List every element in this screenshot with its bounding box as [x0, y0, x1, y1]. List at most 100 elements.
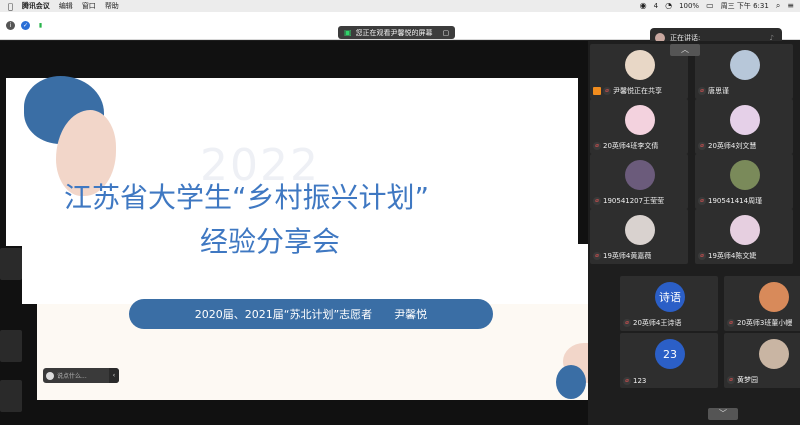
participant-avatar [625, 215, 655, 245]
wifi-icon[interactable]: ◔ [665, 0, 672, 12]
participant-tile[interactable]: ⌀ 190541207王莹莹 [590, 154, 688, 209]
presenter-banner: 2020届、2021届“苏北计划”志愿者 尹馨悦 [129, 299, 493, 329]
fullscreen-icon[interactable]: ▢ [443, 29, 450, 37]
avatar-text: 诗语 [659, 291, 681, 304]
mic-muted-icon: ⌀ [698, 142, 706, 150]
side-strip [0, 330, 22, 362]
participant-name-row: ⌀ 190541414周瑾 [698, 196, 762, 206]
scroll-down-button[interactable]: ﹀ [708, 408, 738, 420]
participant-tile[interactable]: 诗语 ⌀ 20英师4王诗语 [620, 276, 718, 331]
meeting-info-icons: i ✓ ▮ [6, 21, 45, 30]
wechat-icon[interactable]: ◉ [640, 0, 647, 12]
battery-percent: 100% [679, 2, 700, 10]
participant-tile[interactable]: ⌀ 20英师4班李文倩 [590, 99, 688, 154]
slide-subtitle: 经验分享会 [200, 225, 341, 258]
menu-bar:  腾讯会议 编辑 窗口 帮助 ◉ 4 ◔ 100% ▭ 周三 下午 6:31 … [0, 0, 800, 12]
participant-avatar [730, 160, 760, 190]
mic-muted-icon: ⌀ [593, 142, 601, 150]
participant-name-row: ⌀ 19英师4黄嘉薇 [593, 251, 651, 261]
participant-tile[interactable]: ⌀ 唐思谨 [695, 44, 793, 99]
participant-avatar [625, 105, 655, 135]
participant-tile[interactable]: ⌀ 19英师4黄嘉薇 [590, 209, 688, 264]
participant-name-row: ⌀ 190541207王莹莹 [593, 196, 664, 206]
participant-avatar [625, 50, 655, 80]
info-icon[interactable]: i [6, 21, 15, 30]
watching-banner: ▣ 您正在观看尹馨悦的屏幕 ▢ [338, 26, 456, 39]
participant-tile[interactable]: ⌀ 黄梦园 [724, 333, 800, 388]
participant-name: 20英师4王诗语 [633, 319, 682, 327]
menu-edit[interactable]: 编辑 [59, 1, 73, 11]
meeting-toolbar: i ✓ ▮ ▣ 您正在观看尹馨悦的屏幕 ▢ 正在讲话: ♪ [0, 12, 800, 47]
mic-muted-icon: ⌀ [727, 319, 735, 327]
chat-input[interactable]: 说点什么... ‹ [43, 368, 119, 383]
mic-muted-icon: ⌀ [623, 319, 631, 327]
emoji-icon[interactable] [46, 371, 54, 380]
menu-help[interactable]: 帮助 [105, 1, 119, 11]
participant-name: 20英师4刘文慧 [708, 142, 757, 150]
mic-muted-icon: ⌀ [698, 197, 706, 205]
participant-tile[interactable]: ⌀ 19英师4陈文婕 [695, 209, 793, 264]
participant-name-row: ⌀ 123 [623, 377, 646, 385]
participant-avatar [759, 282, 789, 312]
participant-name-row: ⌀ 黄梦园 [727, 375, 758, 385]
participant-name-row: ⌀ 20英师4刘文慧 [698, 141, 756, 151]
signal-icon[interactable]: ▮ [36, 21, 45, 30]
watching-text: 您正在观看尹馨悦的屏幕 [355, 28, 433, 37]
mic-muted-icon: ⌀ [698, 252, 706, 260]
clock[interactable]: 周三 下午 6:31 [721, 1, 769, 11]
participant-avatar [730, 215, 760, 245]
participant-avatar: 诗语 [655, 282, 685, 312]
participant-avatar [759, 339, 789, 369]
participant-name-row: ⌀ 20英师3班董小幔 [727, 318, 792, 328]
menu-app-name[interactable]: 腾讯会议 [22, 1, 50, 11]
apple-icon[interactable]:  [8, 2, 13, 11]
participant-name: 19英师4黄嘉薇 [603, 252, 652, 260]
participant-name: 190541414周瑾 [708, 197, 763, 205]
participant-tile[interactable]: ⌀ 190541414周瑾 [695, 154, 793, 209]
app-window:  腾讯会议 编辑 窗口 帮助 ◉ 4 ◔ 100% ▭ 周三 下午 6:31 … [0, 0, 800, 425]
participant-tile[interactable]: ⌀ 20英师3班董小幔 [724, 276, 800, 331]
participant-tile[interactable]: 23 ⌀ 123 [620, 333, 718, 388]
side-strip [0, 248, 22, 280]
presenter-name: 尹馨悦 [394, 308, 428, 321]
participant-avatar [730, 50, 760, 80]
mic-muted-icon: ⌀ [698, 87, 706, 95]
shield-icon[interactable]: ✓ [21, 21, 30, 30]
mic-muted-icon: ⌀ [603, 87, 611, 95]
participant-name: 黄梦园 [737, 376, 758, 384]
chat-placeholder: 说点什么... [57, 373, 87, 380]
mic-muted-icon: ⌀ [593, 197, 601, 205]
participant-name: 尹馨悦正在共享 [613, 87, 662, 95]
participant-name-row: ⌀ 尹馨悦正在共享 [593, 86, 662, 96]
screen-share-icon [593, 87, 601, 95]
participant-name: 19英师4陈文婕 [708, 252, 757, 260]
wechat-count: 4 [653, 2, 659, 10]
participant-name-row: ⌀ 19英师4陈文婕 [698, 251, 756, 261]
search-icon[interactable]: ⌕ [776, 0, 780, 12]
menu-window[interactable]: 窗口 [82, 1, 96, 11]
participant-name-row: ⌀ 唐思谨 [698, 86, 729, 96]
decor-blob [556, 365, 586, 399]
participant-name: 20英师3班董小幔 [737, 319, 793, 327]
participant-tile[interactable]: ⌀ 20英师4刘文慧 [695, 99, 793, 154]
status-area: ◉ 4 ◔ 100% ▭ 周三 下午 6:31 ⌕ ≡ [640, 0, 794, 12]
collapse-icon[interactable]: ‹ [109, 368, 119, 383]
participant-name-row: ⌀ 20英师4王诗语 [623, 318, 681, 328]
participant-avatar [625, 160, 655, 190]
control-center-icon[interactable]: ≡ [787, 0, 794, 12]
mic-muted-icon: ⌀ [623, 377, 631, 385]
mic-muted-icon: ⌀ [593, 252, 601, 260]
participant-avatar: 23 [655, 339, 685, 369]
avatar-text: 23 [663, 347, 677, 361]
participant-name: 190541207王莹莹 [603, 197, 665, 205]
slide-title: 江苏省大学生“乡村振兴计划” [64, 181, 430, 214]
screen-share-icon: ▣ [344, 28, 352, 37]
participant-avatar [730, 105, 760, 135]
side-strip [0, 380, 22, 412]
participant-name: 123 [633, 377, 647, 385]
battery-icon[interactable]: ▭ [706, 0, 714, 12]
scroll-up-button[interactable]: ︿ [670, 44, 700, 56]
participant-name: 唐思谨 [708, 87, 729, 95]
participant-name: 20英师4班李文倩 [603, 142, 659, 150]
banner-text: 2020届、2021届“苏北计划”志愿者 [194, 308, 373, 321]
